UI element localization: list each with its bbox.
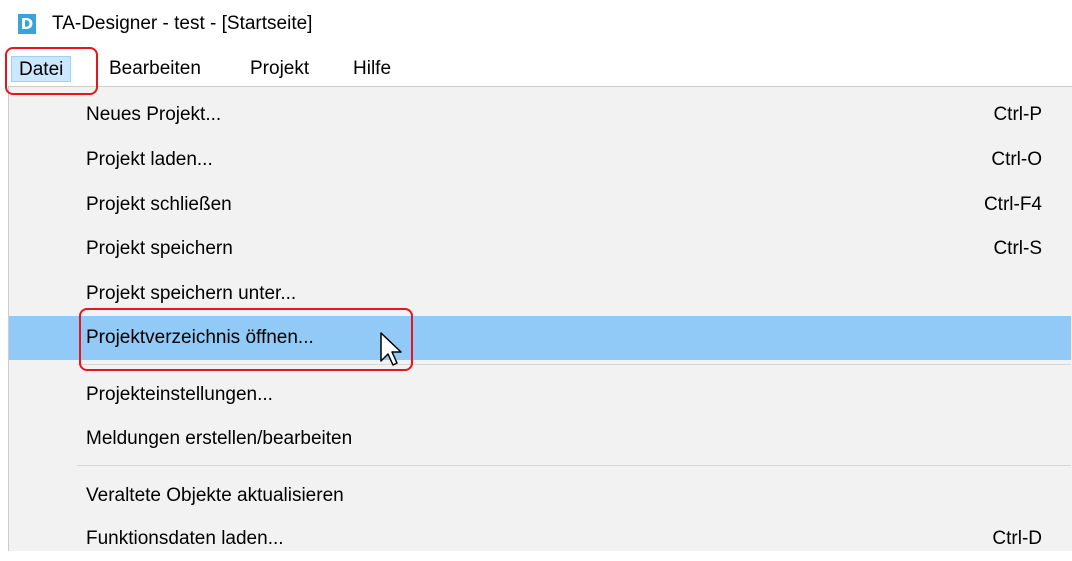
menu-item-neues-projekt[interactable]: Neues Projekt... Ctrl-P [9, 93, 1071, 137]
menu-item-projektverzeichnis-oeffnen[interactable]: Projektverzeichnis öffnen... [9, 316, 1071, 360]
menu-hilfe[interactable]: Hilfe [346, 56, 398, 82]
menu-datei[interactable]: Datei [11, 56, 72, 82]
menu-item-label: Veraltete Objekte aktualisieren [86, 485, 344, 506]
menu-item-label: Projektverzeichnis öffnen... [86, 327, 314, 348]
menu-item-projekt-schliessen[interactable]: Projekt schließen Ctrl-F4 [9, 183, 1071, 227]
menu-item-shortcut: Ctrl-O [991, 149, 1042, 170]
menu-item-shortcut: Ctrl-P [993, 104, 1042, 125]
menu-item-projekt-speichern-unter[interactable]: Projekt speichern unter... [9, 272, 1071, 316]
menu-item-funktionsdaten-laden[interactable]: Funktionsdaten laden... Ctrl-D [9, 517, 1071, 561]
menu-item-shortcut: Ctrl-S [993, 238, 1042, 259]
menu-item-shortcut: Ctrl-F4 [983, 194, 1042, 215]
menu-item-meldungen-erstellen[interactable]: Meldungen erstellen/bearbeiten [9, 417, 1071, 461]
menu-item-label: Projekteinstellungen... [86, 384, 273, 405]
menu-item-projekt-laden[interactable]: Projekt laden... Ctrl-O [9, 138, 1071, 182]
app-icon: D [18, 14, 36, 34]
menu-item-label: Neues Projekt... [86, 104, 222, 125]
menu-separator [77, 465, 1071, 466]
menu-item-label: Projekt laden... [86, 149, 213, 170]
mouse-pointer-icon [380, 332, 402, 366]
menu-item-label: Projekt speichern [86, 238, 233, 259]
menu-item-label: Funktionsdaten laden... [86, 528, 284, 549]
menu-item-projekteinstellungen[interactable]: Projekteinstellungen... [9, 373, 1071, 417]
menu-separator [77, 364, 1071, 365]
menu-bearbeiten[interactable]: Bearbeiten [102, 56, 208, 82]
menu-projekt[interactable]: Projekt [243, 56, 316, 82]
menu-item-label: Projekt schließen [86, 194, 232, 215]
menu-item-shortcut: Ctrl-D [992, 528, 1042, 549]
window-title: TA-Designer - test - [Startseite] [52, 13, 313, 34]
title-bar: D TA-Designer - test - [Startseite] [0, 0, 1072, 46]
menu-item-projekt-speichern[interactable]: Projekt speichern Ctrl-S [9, 227, 1071, 271]
menu-item-veraltete-objekte[interactable]: Veraltete Objekte aktualisieren [9, 474, 1071, 518]
menu-item-label: Meldungen erstellen/bearbeiten [86, 428, 353, 449]
file-menu-dropdown: Neues Projekt... Ctrl-P Projekt laden...… [8, 86, 1072, 551]
menu-item-label: Projekt speichern unter... [86, 283, 297, 304]
